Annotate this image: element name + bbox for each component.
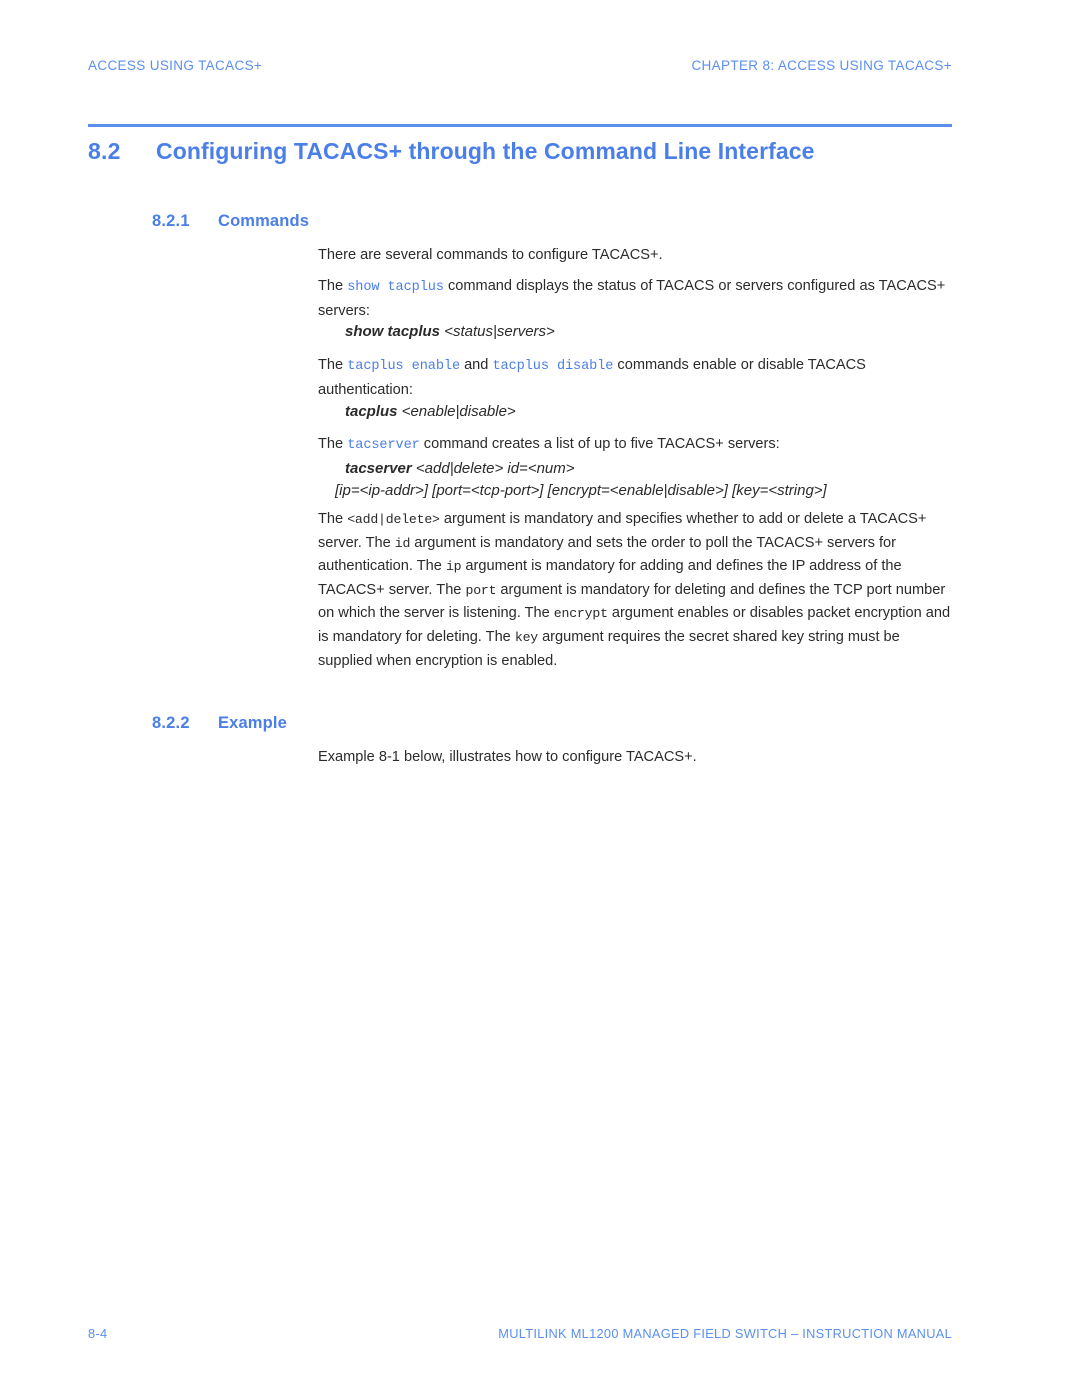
page-footer: 8-4 MULTILINK ML1200 MANAGED FIELD SWITC… (88, 1326, 952, 1341)
code-tacplus-disable: tacplus disable (492, 359, 614, 374)
code-key: key (514, 629, 539, 645)
paragraph-show-tacplus: The show tacplus command displays the st… (318, 275, 952, 322)
title-divider (88, 124, 952, 127)
syntax-tacserver: tacserver <add|delete> id=<num> [ip=<ip-a… (335, 458, 985, 502)
code-tacplus-enable: tacplus enable (347, 359, 461, 374)
paragraph-tacplus-toggle: The tacplus enable and tacplus disable c… (318, 354, 952, 401)
running-head-right: CHAPTER 8: ACCESS USING TACACS+ (691, 58, 952, 73)
text-before: The (318, 436, 348, 452)
syntax-arguments: <status|servers> (444, 323, 555, 340)
code-ip: ip (445, 559, 462, 575)
section-title-commands: Commands (218, 212, 310, 230)
paragraph-tacserver: The tacserver command creates a list of … (318, 433, 952, 458)
paragraph-example: Example 8-1 below, illustrates how to co… (318, 749, 697, 765)
footer-page-number: 8-4 (88, 1326, 108, 1341)
syntax-command: show tacplus (345, 323, 441, 340)
section-number-commands: 8.2.1 (152, 212, 190, 230)
code-add-delete: <add|delete> (347, 512, 440, 527)
section-heading-commands: 8.2.1 Commands (152, 212, 309, 231)
syntax-tacplus: tacplus <enable|disable> (345, 401, 985, 423)
syntax-arguments: <enable|disable> (401, 403, 516, 420)
code-tacserver: tacserver (347, 438, 420, 453)
syntax-arguments-line2: [ip=<ip-addr>] [port=<tcp-port>] [encryp… (335, 482, 827, 499)
code-show-tacplus: show tacplus (347, 280, 444, 295)
paragraph-arguments: The <add|delete> argument is mandatory a… (318, 508, 952, 672)
document-page: ACCESS USING TACACS+ CHAPTER 8: ACCESS U… (0, 0, 1080, 1397)
text-before: The (318, 278, 348, 294)
code-id: id (394, 535, 411, 551)
page-title-text: Configuring TACACS+ through the Command … (156, 138, 815, 164)
text-middle: and (460, 357, 493, 373)
section-number-example: 8.2.2 (152, 714, 190, 732)
syntax-command: tacplus (345, 403, 398, 420)
running-head-left: ACCESS USING TACACS+ (88, 58, 263, 73)
section-title-example: Example (218, 714, 287, 732)
code-port: port (465, 582, 497, 598)
running-head: ACCESS USING TACACS+ CHAPTER 8: ACCESS U… (88, 58, 952, 73)
syntax-show-tacplus: show tacplus <status|servers> (345, 321, 985, 343)
page-title: 8.2 Configuring TACACS+ through the Comm… (88, 138, 980, 165)
text-after: command creates a list of up to five TAC… (419, 436, 780, 452)
footer-manual-title: MULTILINK ML1200 MANAGED FIELD SWITCH – … (498, 1326, 952, 1341)
text-before: The (318, 357, 348, 373)
paragraph-intro: There are several commands to configure … (318, 247, 663, 263)
page-title-number: 8.2 (88, 138, 121, 164)
code-encrypt: encrypt (553, 606, 608, 622)
text-1: The (318, 511, 348, 527)
section-heading-example: 8.2.2 Example (152, 714, 287, 733)
syntax-command: tacserver (345, 460, 412, 477)
syntax-arguments: <add|delete> id=<num> (415, 460, 575, 477)
